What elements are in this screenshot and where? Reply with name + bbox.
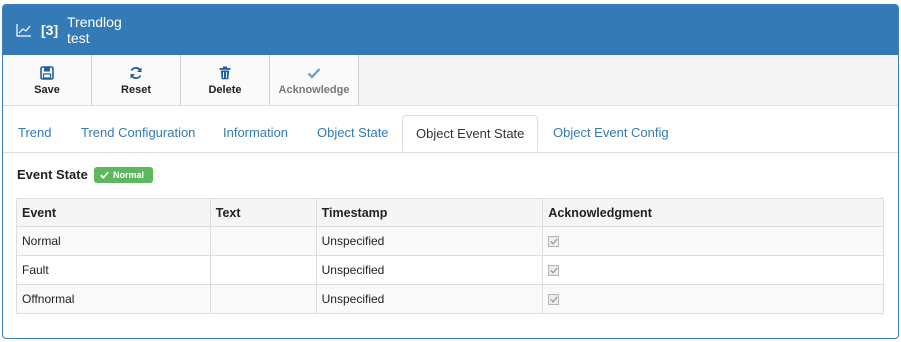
check-icon xyxy=(307,66,321,80)
acknowledged-checkbox[interactable] xyxy=(548,236,560,247)
table-row: Normal Unspecified xyxy=(16,226,884,256)
tab-object-event-state[interactable]: Object Event State xyxy=(402,115,539,152)
panel-header: [3] Trendlog test xyxy=(3,5,898,55)
table-header-row: Event Text Timestamp Acknowledgment xyxy=(16,198,884,227)
save-icon xyxy=(40,66,54,80)
column-header-event: Event xyxy=(16,198,211,227)
save-label: Save xyxy=(34,84,60,96)
acknowledgment-cell xyxy=(542,255,884,285)
event-state-label: Event State xyxy=(17,167,88,182)
trendlog-panel: [3] Trendlog test Save Reset Delete Ackn… xyxy=(2,4,899,339)
chart-line-icon xyxy=(16,23,32,37)
timestamp-cell: Unspecified xyxy=(315,226,544,256)
table-row: Fault Unspecified xyxy=(16,255,884,285)
reset-label: Reset xyxy=(121,84,151,96)
object-name: test xyxy=(67,30,90,46)
acknowledge-button[interactable]: Acknowledge xyxy=(270,55,359,105)
text-cell xyxy=(209,284,317,314)
timestamp-cell: Unspecified xyxy=(315,255,544,285)
tab-trend-configuration[interactable]: Trend Configuration xyxy=(81,125,195,140)
tab-trend[interactable]: Trend xyxy=(18,125,51,140)
event-cell: Fault xyxy=(16,255,211,285)
check-icon xyxy=(550,296,559,303)
tab-object-event-config[interactable]: Object Event Config xyxy=(553,125,669,140)
tab-information[interactable]: Information xyxy=(223,125,288,140)
tab-object-state[interactable]: Object State xyxy=(317,125,389,140)
text-cell xyxy=(209,255,317,285)
acknowledged-checkbox[interactable] xyxy=(548,265,560,276)
event-cell: Normal xyxy=(16,226,211,256)
reset-button[interactable]: Reset xyxy=(92,55,181,105)
timestamp-cell: Unspecified xyxy=(315,284,544,314)
refresh-icon xyxy=(129,66,143,80)
trash-icon xyxy=(218,66,232,80)
object-title: Trendlog test xyxy=(67,14,122,46)
acknowledge-label: Acknowledge xyxy=(278,84,350,96)
acknowledgment-cell xyxy=(542,284,884,314)
check-icon xyxy=(550,267,559,274)
object-number: [3] xyxy=(41,22,59,38)
text-cell xyxy=(209,226,317,256)
table-row: Offnormal Unspecified xyxy=(16,284,884,314)
column-header-text: Text xyxy=(209,198,317,227)
event-table: Event Text Timestamp Acknowledgment Norm… xyxy=(16,198,884,314)
column-header-timestamp: Timestamp xyxy=(315,198,544,227)
tab-bar: Trend Trend Configuration Information Ob… xyxy=(3,106,898,153)
status-badge: Normal xyxy=(94,167,153,183)
event-cell: Offnormal xyxy=(16,284,211,314)
save-button[interactable]: Save xyxy=(3,55,92,105)
check-icon xyxy=(100,171,109,179)
acknowledged-checkbox[interactable] xyxy=(548,294,560,305)
delete-label: Delete xyxy=(208,84,242,96)
check-icon xyxy=(550,238,559,245)
status-badge-text: Normal xyxy=(113,170,145,180)
object-type: Trendlog xyxy=(67,14,122,30)
delete-button[interactable]: Delete xyxy=(181,55,270,105)
toolbar: Save Reset Delete Acknowledge xyxy=(3,55,898,106)
acknowledgment-cell xyxy=(542,226,884,256)
column-header-acknowledgment: Acknowledgment xyxy=(542,198,884,227)
